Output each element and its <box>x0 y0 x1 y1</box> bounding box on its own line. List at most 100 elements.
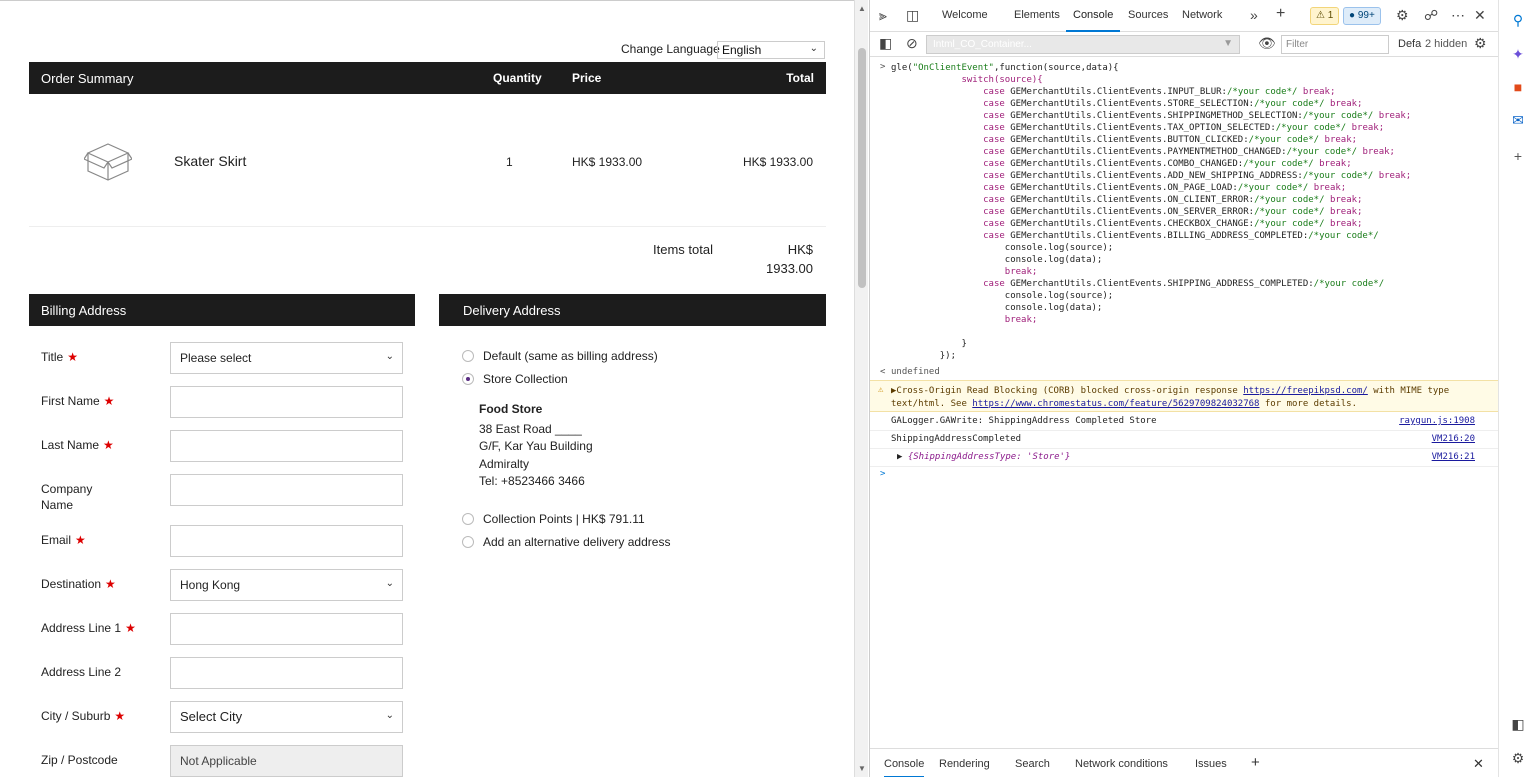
row-divider <box>870 448 1499 449</box>
warning-icon: ⚠ <box>878 385 884 395</box>
context-value: Intml_CO_Container... <box>933 39 1032 50</box>
log-galogger-source[interactable]: raygun.js:1908 <box>1399 416 1475 426</box>
warning-count-badge[interactable]: ⚠ 1 <box>1310 7 1340 25</box>
code-case-9: GEMerchantUtils.ClientEvents.ON_CLIENT_E… <box>1010 195 1255 205</box>
store-address-line3: Admiralty <box>479 457 530 471</box>
option-store-collection-label[interactable]: Store Collection <box>483 372 568 386</box>
search-icon[interactable]: ⚲ <box>1510 12 1526 28</box>
radio-store-collection[interactable] <box>462 373 474 385</box>
more-options-icon[interactable]: ⋯ <box>1451 7 1465 24</box>
outlook-icon[interactable]: ✉ <box>1510 112 1526 128</box>
address-line2-label: Address Line 2 <box>41 665 122 679</box>
address-line1-input[interactable] <box>170 613 403 645</box>
message-count-badge[interactable]: ● 99+ <box>1343 7 1381 25</box>
corb-msg-2: with MIME <box>1373 386 1423 396</box>
product-quantity: 1 <box>506 155 513 169</box>
company-label-line1: Company <box>41 482 93 496</box>
title-select-value: Please select <box>180 351 252 365</box>
tab-sources[interactable]: Sources <box>1128 9 1168 21</box>
delivery-address-header: Delivery Address <box>439 294 826 326</box>
zip-input[interactable]: Not Applicable <box>170 745 403 777</box>
price-column-header: Price <box>572 71 602 85</box>
connection-icon[interactable]: ☍ <box>1424 7 1438 24</box>
tab-console[interactable]: Console <box>1073 9 1113 21</box>
console-prompt-icon[interactable]: > <box>880 469 885 479</box>
last-name-label-text: Last Name <box>41 438 100 452</box>
required-star-icon: ★ <box>103 438 114 452</box>
device-toolbar-icon[interactable]: ◫ <box>906 7 919 24</box>
copilot-sparkle-icon[interactable]: ✦ <box>1510 46 1526 62</box>
radio-collection-points[interactable] <box>462 513 474 525</box>
destination-select[interactable]: Hong Kong ⌄ <box>170 569 403 601</box>
destination-label: Destination ★ <box>41 576 116 592</box>
drawer-tab-issues[interactable]: Issues <box>1195 758 1227 770</box>
corb-msg-1: Cross-Origin Read Blocking (CORB) blocke… <box>896 386 1238 396</box>
code-case-1: GEMerchantUtils.ClientEvents.STORE_SELEC… <box>1010 99 1255 109</box>
option-default-address-label[interactable]: Default (same as billing address) <box>483 349 658 363</box>
title-label-text: Title <box>41 350 64 364</box>
last-name-label: Last Name ★ <box>41 437 114 453</box>
office-icon[interactable]: ■ <box>1510 79 1526 95</box>
console-settings-icon[interactable]: ⚙ <box>1474 35 1487 52</box>
email-input[interactable] <box>170 525 403 557</box>
product-name[interactable]: Skater Skirt <box>174 153 246 169</box>
live-expression-eye-icon[interactable]: 👁 <box>1258 35 1276 52</box>
city-select[interactable]: Select City ⌄ <box>170 701 403 733</box>
tab-elements[interactable]: Elements <box>1014 9 1060 21</box>
scroll-down-icon[interactable]: ▼ <box>858 764 866 773</box>
context-selector[interactable]: Intml_CO_Container... ▼ <box>926 35 1240 54</box>
drawer-tab-network-conditions[interactable]: Network conditions <box>1075 758 1168 770</box>
radio-default-address[interactable] <box>462 350 474 362</box>
city-value: Select City <box>180 709 243 724</box>
billing-address-title: Billing Address <box>41 303 127 318</box>
sidebar-toggle-icon[interactable]: ◧ <box>879 35 892 52</box>
add-sidebar-app-icon[interactable]: + <box>1510 148 1526 164</box>
add-drawer-tab-icon[interactable]: + <box>1251 754 1260 771</box>
corb-warning-text: ▶Cross-Origin Read Blocking (CORB) block… <box>891 386 1450 409</box>
page-scrollbar[interactable]: ▲ ▼ <box>854 0 868 777</box>
scroll-up-icon[interactable]: ▲ <box>858 4 866 13</box>
tab-welcome[interactable]: Welcome <box>942 9 988 21</box>
drawer-tab-console[interactable]: Console <box>884 758 925 777</box>
log-object-source[interactable]: VM216:21 <box>1432 452 1475 462</box>
city-label: City / Suburb ★ <box>41 708 125 724</box>
company-name-input[interactable] <box>170 474 403 506</box>
code-switch: switch(source){ <box>961 75 1043 85</box>
add-tab-icon[interactable]: + <box>1276 5 1285 23</box>
log-object: {ShippingAddressType: 'Store'} <box>907 452 1071 462</box>
address-line1-label: Address Line 1 ★ <box>41 620 136 636</box>
inspect-element-icon[interactable]: ⫸ <box>879 7 887 24</box>
drawer-tab-search[interactable]: Search <box>1015 758 1050 770</box>
chromestatus-link[interactable]: https://www.chromestatus.com/feature/562… <box>972 399 1259 409</box>
language-select[interactable]: English ⌄ <box>717 41 825 59</box>
sidebar-toggle-icon[interactable]: ◧ <box>1510 716 1526 732</box>
code-case-6: GEMerchantUtils.ClientEvents.COMBO_CHANG… <box>1010 159 1244 169</box>
store-address-line1: 38 East Road ____ <box>479 422 582 436</box>
drawer-tab-rendering[interactable]: Rendering <box>939 758 990 770</box>
filter-input[interactable]: Filter <box>1281 35 1389 54</box>
console-code-block: gle("OnClientEvent",function(source,data… <box>891 63 1412 361</box>
option-collection-points-label[interactable]: Collection Points | HK$ 791.11 <box>483 512 645 526</box>
corb-link[interactable]: https://freepikpsd.com/ <box>1243 386 1368 396</box>
tab-network[interactable]: Network <box>1182 9 1222 21</box>
first-name-label-text: First Name <box>41 394 100 408</box>
close-drawer-icon[interactable]: ✕ <box>1473 756 1484 772</box>
title-select[interactable]: Please select ⌄ <box>170 342 403 374</box>
settings-gear-icon[interactable]: ⚙ <box>1396 7 1409 24</box>
close-devtools-icon[interactable]: ✕ <box>1474 7 1486 24</box>
sidebar-settings-gear-icon[interactable]: ⚙ <box>1510 750 1526 766</box>
store-address-line2: G/F, Kar Yau Building <box>479 439 593 453</box>
address-line2-input[interactable] <box>170 657 403 689</box>
log-shipping-completed-source[interactable]: VM216:20 <box>1432 434 1475 444</box>
log-object-expander[interactable]: ▶ {ShippingAddressType: 'Store'} <box>897 452 1070 462</box>
clear-console-icon[interactable]: ⊘ <box>906 35 918 52</box>
radio-alternative-address[interactable] <box>462 536 474 548</box>
option-alternative-address-label[interactable]: Add an alternative delivery address <box>483 535 670 549</box>
devtools-panel: ⫸ ◫ Welcome Elements Console Sources Net… <box>869 0 1499 777</box>
items-total-label: Items total <box>653 242 713 257</box>
more-tabs-icon[interactable]: » <box>1250 7 1258 23</box>
last-name-input[interactable] <box>170 430 403 462</box>
first-name-input[interactable] <box>170 386 403 418</box>
log-levels-dropdown[interactable]: Defa <box>1398 38 1421 50</box>
scrollbar-thumb[interactable] <box>858 48 866 288</box>
